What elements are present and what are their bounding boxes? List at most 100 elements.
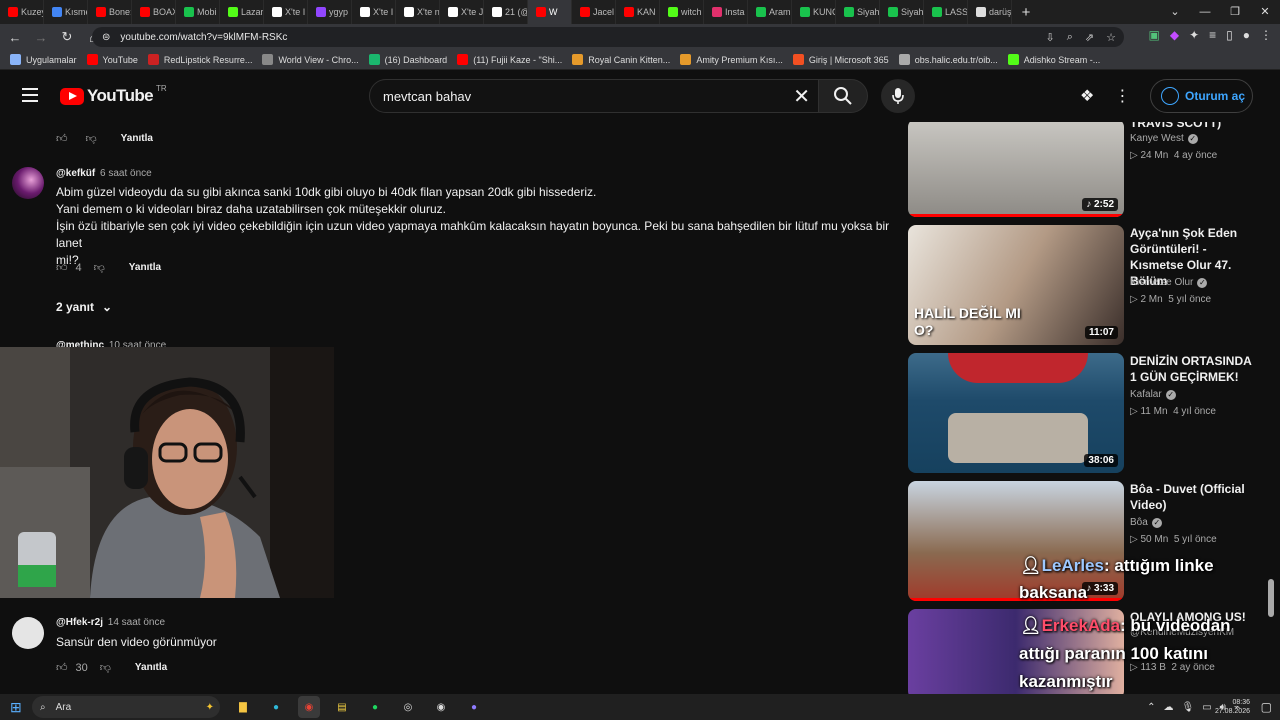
taskbar-search[interactable]: ⌕ Ara ✦ bbox=[32, 696, 220, 718]
media-icon[interactable]: ≡ bbox=[1209, 28, 1216, 42]
browser-tab[interactable]: Siyah bbox=[836, 0, 880, 24]
comment-author[interactable]: @kefküf bbox=[56, 168, 95, 179]
browser-tab[interactable]: X'te n bbox=[396, 0, 440, 24]
extension-icon[interactable]: ◆ bbox=[1170, 28, 1179, 42]
cloud-icon[interactable]: ☁ bbox=[1164, 702, 1174, 713]
video-thumbnail[interactable]: 38:06 bbox=[908, 353, 1124, 473]
like-icon[interactable]: 👍︎ bbox=[56, 261, 68, 274]
tab-search-icon[interactable]: ⌄ bbox=[1160, 0, 1190, 24]
windows-start-icon[interactable]: ⊞ bbox=[10, 699, 22, 716]
browser-tab[interactable]: Jacel bbox=[572, 0, 616, 24]
video-thumbnail[interactable]: HALİL DEĞİL MI O? 11:07 bbox=[908, 225, 1124, 345]
bookmark-item[interactable]: (11) Fujii Kaze - "Shi... bbox=[457, 54, 562, 65]
spotify-icon[interactable]: ● bbox=[364, 696, 386, 718]
browser-tab[interactable]: Aram bbox=[748, 0, 792, 24]
video-thumbnail[interactable]: ♪ 3:33 bbox=[908, 481, 1124, 601]
bookmark-item[interactable]: Royal Canin Kitten... bbox=[572, 54, 670, 65]
like-icon[interactable]: 👍︎ bbox=[56, 132, 68, 145]
bookmark-item[interactable]: YouTube bbox=[86, 54, 138, 65]
dislike-icon[interactable]: 👎︎ bbox=[86, 132, 97, 145]
browser-tab[interactable]: Kısme bbox=[44, 0, 88, 24]
browser-tab[interactable]: 21 (@ bbox=[484, 0, 528, 24]
youtube-logo[interactable]: YouTube TR bbox=[60, 84, 167, 106]
notifications-icon[interactable]: ▢ bbox=[1261, 700, 1272, 714]
menu-burger-icon[interactable] bbox=[22, 88, 38, 102]
voice-search-button[interactable] bbox=[881, 79, 915, 113]
comment-time[interactable]: 14 saat önce bbox=[108, 617, 165, 628]
video-title[interactable]: DENİZİN ORTASINDA 1 GÜN GEÇİRMEK! bbox=[1130, 353, 1252, 385]
restore-button[interactable]: ❐ bbox=[1220, 0, 1250, 24]
dislike-icon[interactable]: 👎︎ bbox=[100, 661, 111, 674]
browser-tab[interactable]: LASS bbox=[924, 0, 968, 24]
related-video[interactable]: HALİL DEĞİL MI O? 11:07 Ayça'nın Şok Ede… bbox=[908, 225, 1248, 347]
browser-tab[interactable]: ygyp bbox=[308, 0, 352, 24]
like-icon[interactable]: 👍︎ bbox=[56, 661, 68, 674]
browser-tab[interactable]: witch bbox=[660, 0, 704, 24]
clear-search-icon[interactable]: ✕ bbox=[793, 84, 810, 109]
tray-chevron-icon[interactable]: ⌃ bbox=[1147, 702, 1155, 713]
bookmark-item[interactable]: Giriş | Microsoft 365 bbox=[792, 54, 889, 65]
file-explorer-icon[interactable]: ▇ bbox=[232, 696, 254, 718]
menu-icon[interactable]: ⋮ bbox=[1260, 28, 1272, 42]
browser-tab[interactable]: Lazar bbox=[220, 0, 264, 24]
close-window-button[interactable]: ✕ bbox=[1250, 0, 1280, 24]
reply-button[interactable]: Yanıtla bbox=[129, 262, 161, 273]
comment-author[interactable]: @Hfek-r2j bbox=[56, 617, 103, 628]
minimize-button[interactable]: — bbox=[1190, 0, 1220, 24]
comment-time[interactable]: 6 saat önce bbox=[100, 168, 152, 179]
create-icon[interactable]: ❖ bbox=[1080, 86, 1094, 106]
mic-tray-icon[interactable]: 🎙︎ bbox=[1182, 702, 1195, 713]
app-icon[interactable]: ◉ bbox=[430, 696, 452, 718]
bookmark-item[interactable]: RedLipstick Resurre... bbox=[147, 54, 252, 65]
reply-button[interactable]: Yanıtla bbox=[135, 662, 167, 673]
profile-icon[interactable]: ● bbox=[1243, 28, 1250, 42]
browser-tab[interactable]: X'te J bbox=[440, 0, 484, 24]
channel-name[interactable]: Kısmetse Olur bbox=[1130, 277, 1193, 288]
bookmark-item[interactable]: Amity Premium Kısı... bbox=[680, 54, 783, 65]
puzzle-icon[interactable]: ✦ bbox=[1189, 28, 1199, 42]
new-tab-button[interactable]: + bbox=[1012, 4, 1040, 21]
reply-button[interactable]: Yanıtla bbox=[121, 133, 153, 144]
zoom-icon[interactable]: ⌕ bbox=[1067, 31, 1073, 44]
search-input[interactable]: mevtcan bahav ✕ bbox=[369, 79, 819, 113]
edge-icon[interactable]: ● bbox=[265, 696, 287, 718]
bookmark-item[interactable]: Uygulamalar bbox=[10, 54, 77, 65]
browser-tab[interactable]: W bbox=[528, 0, 572, 24]
notes-icon[interactable]: ▤ bbox=[331, 696, 353, 718]
signin-button[interactable]: Oturum aç bbox=[1150, 79, 1253, 113]
chrome-icon[interactable]: ◉ bbox=[298, 696, 320, 718]
forward-button[interactable]: → bbox=[30, 30, 52, 45]
related-video[interactable]: 38:06 DENİZİN ORTASINDA 1 GÜN GEÇİRMEK! … bbox=[908, 353, 1251, 475]
browser-tab[interactable]: Mobi bbox=[176, 0, 220, 24]
sidepanel-icon[interactable]: ▯ bbox=[1226, 28, 1233, 42]
browser-tab[interactable]: Insta bbox=[704, 0, 748, 24]
address-bar[interactable]: ⊜ youtube.com/watch?v=9klMFM-RSKc ⇩ ⌕ ⇗ … bbox=[92, 27, 1124, 47]
view-replies-button[interactable]: 2 yanıt ⌄ bbox=[56, 300, 112, 314]
scrollbar-thumb[interactable] bbox=[1268, 579, 1274, 617]
reload-button[interactable]: ↻ bbox=[56, 29, 78, 45]
browser-tab[interactable]: Bone: bbox=[88, 0, 132, 24]
back-button[interactable]: ← bbox=[4, 30, 26, 45]
settings-more-icon[interactable]: ⋮ bbox=[1114, 86, 1130, 106]
site-info-icon[interactable]: ⊜ bbox=[102, 32, 110, 43]
install-icon[interactable]: ⇩ bbox=[1046, 31, 1055, 44]
video-title[interactable]: Bôa - Duvet (Official Video) bbox=[1130, 481, 1252, 513]
channel-name[interactable]: Kanye West bbox=[1130, 133, 1184, 144]
related-video[interactable]: ♪ 2:52 TRAVIS SCOTT) Kanye West ✓ ▷ 24 Mn… bbox=[908, 116, 1248, 219]
channel-name[interactable]: Kafalar bbox=[1130, 389, 1162, 400]
bookmark-item[interactable]: (16) Dashboard bbox=[368, 54, 447, 65]
avatar[interactable] bbox=[12, 167, 44, 199]
browser-tab[interactable]: BOAX bbox=[132, 0, 176, 24]
bookmark-item[interactable]: Adishko Stream -... bbox=[1007, 54, 1100, 65]
share-icon[interactable]: ⇗ bbox=[1085, 31, 1094, 44]
bookmark-item[interactable]: obs.halic.edu.tr/oib... bbox=[898, 54, 998, 65]
browser-tab[interactable]: KUNC bbox=[792, 0, 836, 24]
discord-icon[interactable]: ● bbox=[463, 696, 485, 718]
channel-name[interactable]: Bôa bbox=[1130, 517, 1148, 528]
clock[interactable]: 08:36 27.08.2026 bbox=[1215, 698, 1250, 716]
browser-tab[interactable]: KAN bbox=[616, 0, 660, 24]
browser-tab[interactable]: darüş bbox=[968, 0, 1012, 24]
browser-tab[interactable]: Siyah bbox=[880, 0, 924, 24]
extension-icon[interactable]: ▣ bbox=[1148, 28, 1159, 42]
browser-tab[interactable]: X'te I bbox=[352, 0, 396, 24]
